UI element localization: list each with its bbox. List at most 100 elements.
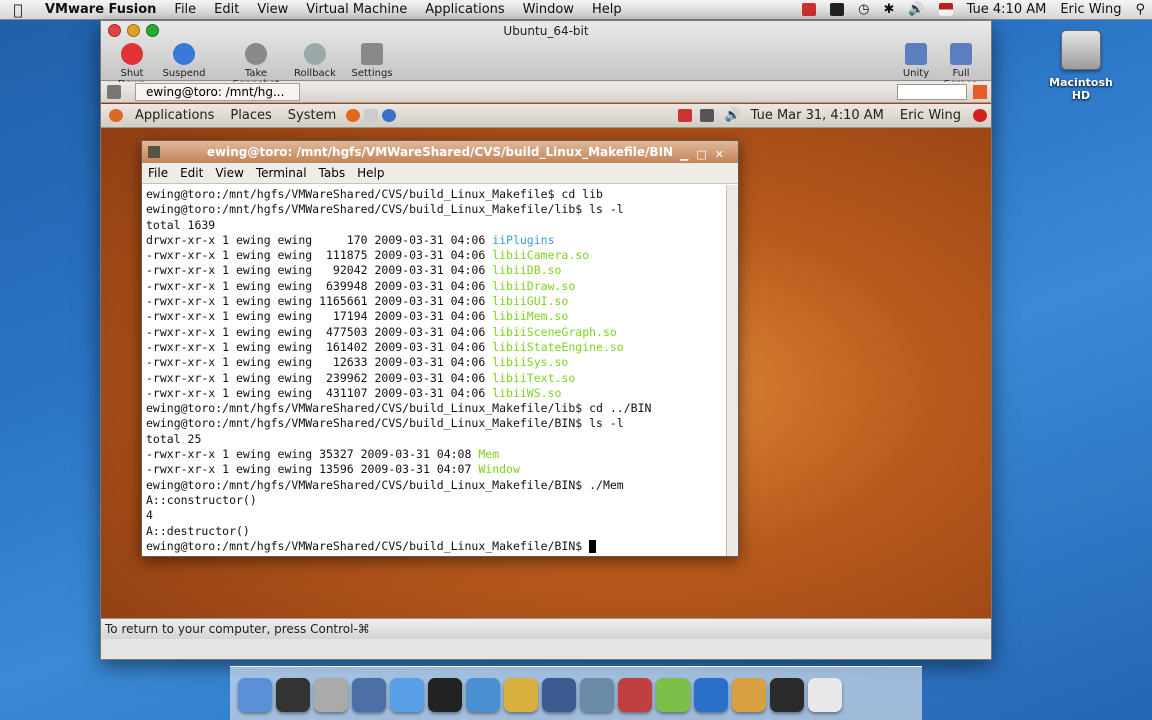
desktop-hd[interactable]: Macintosh HD <box>1040 30 1122 102</box>
terminal-line-text: ewing@toro:/mnt/hgfs/VMWareShared/CVS/bu… <box>146 416 624 431</box>
menu-app[interactable]: VMware Fusion <box>36 2 165 17</box>
terminal-titlebar[interactable]: ewing@toro: /mnt/hgfs/VMWareShared/CVS/b… <box>142 141 738 163</box>
term-menu-view[interactable]: View <box>209 166 249 180</box>
terminal-output[interactable]: ewing@toro:/mnt/hgfs/VMWareShared/CVS/bu… <box>142 185 726 556</box>
activity-monitor-icon[interactable] <box>732 678 766 712</box>
terminal-window-controls[interactable]: ▁□✕ <box>680 144 732 166</box>
panel-places[interactable]: Places <box>222 108 279 123</box>
flag-icon[interactable] <box>795 2 823 17</box>
network-icon[interactable] <box>692 108 722 123</box>
script-icon[interactable] <box>823 2 851 17</box>
user-menu[interactable]: Eric Wing <box>1053 2 1128 17</box>
ubuntu-panel: Applications Places System 🔊 Tue Mar 31,… <box>101 104 991 128</box>
dashboard-icon[interactable] <box>276 678 310 712</box>
panel-datetime[interactable]: Tue Mar 31, 4:10 AM <box>743 108 892 123</box>
interface-builder-icon[interactable] <box>504 678 538 712</box>
firefox-icon[interactable] <box>344 108 362 123</box>
terminal-line-text: total 1639 <box>146 217 216 232</box>
system-preferences-icon[interactable] <box>314 678 348 712</box>
ubuntu-taskbar: ewing@toro: /mnt/hg... <box>101 82 991 103</box>
notification-icon[interactable] <box>678 108 693 123</box>
document-icon[interactable] <box>770 678 804 712</box>
ubuntu-logo-icon[interactable] <box>101 108 127 123</box>
term-menu-tabs[interactable]: Tabs <box>313 166 352 180</box>
terminal-filename: libiiDraw.so <box>492 278 576 293</box>
finder-icon[interactable] <box>238 678 272 712</box>
menu-applications[interactable]: Applications <box>416 2 513 17</box>
rollback-icon <box>304 43 326 65</box>
suspend-button[interactable]: Suspend <box>161 43 207 79</box>
menu-file[interactable]: File <box>165 2 205 17</box>
volume-icon[interactable]: 🔊 <box>901 2 931 17</box>
vmware-icon[interactable] <box>618 678 652 712</box>
stop-icon <box>121 43 143 65</box>
unity-label: Unity <box>902 68 930 79</box>
menu-virtual-machine[interactable]: Virtual Machine <box>297 2 416 17</box>
terminal-line: ewing@toro:/mnt/hgfs/VMWareShared/CVS/bu… <box>146 539 722 554</box>
apple-menu-icon[interactable]:  <box>0 1 36 19</box>
status-text: To return to your computer, press Contro… <box>105 622 370 636</box>
mail-icon[interactable] <box>362 108 380 123</box>
panel-system[interactable]: System <box>280 108 344 123</box>
taskbar-terminal-item[interactable]: ewing@toro: /mnt/hg... <box>135 83 300 101</box>
instruments-icon[interactable] <box>542 678 576 712</box>
terminal-line: ewing@toro:/mnt/hgfs/VMWareShared/CVS/bu… <box>146 416 722 431</box>
safari-icon[interactable] <box>390 678 424 712</box>
terminal-line-text: ewing@toro:/mnt/hgfs/VMWareShared/CVS/bu… <box>146 187 603 201</box>
show-desktop-icon[interactable] <box>107 85 121 99</box>
terminal-line-text: -rwxr-xr-x 1 ewing ewing 1165661 2009-03… <box>146 294 493 309</box>
term-menu-file[interactable]: File <box>142 166 174 180</box>
input-flag-icon[interactable] <box>932 2 960 17</box>
unity-button[interactable]: Unity <box>901 43 931 79</box>
pause-icon <box>173 43 195 65</box>
help-icon[interactable] <box>380 108 398 123</box>
menu-view[interactable]: View <box>248 2 297 17</box>
volume-icon[interactable]: 🔊 <box>722 108 742 123</box>
term-menu-edit[interactable]: Edit <box>174 166 209 180</box>
term-menu-help[interactable]: Help <box>351 166 390 180</box>
terminal-line: total 1639 <box>146 218 722 233</box>
terminal-window[interactable]: ewing@toro: /mnt/hgfs/VMWareShared/CVS/b… <box>141 140 739 557</box>
unity-icon <box>905 43 927 65</box>
mac-menubar:  VMware Fusion File Edit View Virtual M… <box>0 0 1152 20</box>
ical-icon[interactable] <box>656 678 690 712</box>
terminal-line-text: ewing@toro:/mnt/hgfs/VMWareShared/CVS/bu… <box>146 401 652 416</box>
panel-applications[interactable]: Applications <box>127 108 222 123</box>
trash-icon[interactable] <box>808 678 842 712</box>
bluetooth-icon[interactable]: ✱ <box>876 2 901 17</box>
terminal-line-text: -rwxr-xr-x 1 ewing ewing 17194 2009-03-3… <box>146 309 493 324</box>
vm-title: Ubuntu_64-bit <box>503 24 589 38</box>
settings-button[interactable]: Settings <box>351 43 393 79</box>
vm-status-bar: To return to your computer, press Contro… <box>101 618 991 639</box>
panel-user[interactable]: Eric Wing <box>892 108 969 123</box>
suspend-label: Suspend <box>162 68 206 79</box>
menu-edit[interactable]: Edit <box>205 2 248 17</box>
rollback-button[interactable]: Rollback <box>293 43 337 79</box>
spotlight-icon[interactable]: ⚲ <box>1128 2 1152 17</box>
menu-window[interactable]: Window <box>514 2 583 17</box>
terminal-scrollbar[interactable] <box>726 185 738 556</box>
hard-drive-icon[interactable] <box>1061 30 1101 70</box>
snapshot-icon <box>245 43 267 65</box>
workspace-switcher[interactable] <box>897 84 967 100</box>
terminal-icon[interactable] <box>428 678 462 712</box>
terminal-filename: libiiSceneGraph.so <box>492 324 617 339</box>
clock[interactable]: Tue 4:10 AM <box>960 2 1054 17</box>
trash-applet-icon[interactable] <box>973 85 987 99</box>
time-machine-icon[interactable]: ◷ <box>851 2 876 17</box>
expose-icon[interactable] <box>352 678 386 712</box>
network-icon[interactable] <box>580 678 614 712</box>
terminal-menu-icon[interactable] <box>148 146 160 158</box>
vmware-window: Ubuntu_64-bit Shut Down Suspend Take Sna… <box>100 20 992 660</box>
full-screen-icon <box>950 43 972 65</box>
terminal-line-text: -rwxr-xr-x 1 ewing ewing 161402 2009-03-… <box>146 339 493 354</box>
vm-screen[interactable]: ewing@toro: /mnt/hg... Applications Plac… <box>101 82 991 639</box>
preview-icon[interactable] <box>694 678 728 712</box>
dock <box>230 666 922 720</box>
xcode-icon[interactable] <box>466 678 500 712</box>
power-icon[interactable] <box>969 108 991 123</box>
rollback-label: Rollback <box>294 68 336 79</box>
term-menu-terminal[interactable]: Terminal <box>250 166 313 180</box>
terminal-line: -rwxr-xr-x 1 ewing ewing 111875 2009-03-… <box>146 248 722 263</box>
menu-help[interactable]: Help <box>583 2 631 17</box>
